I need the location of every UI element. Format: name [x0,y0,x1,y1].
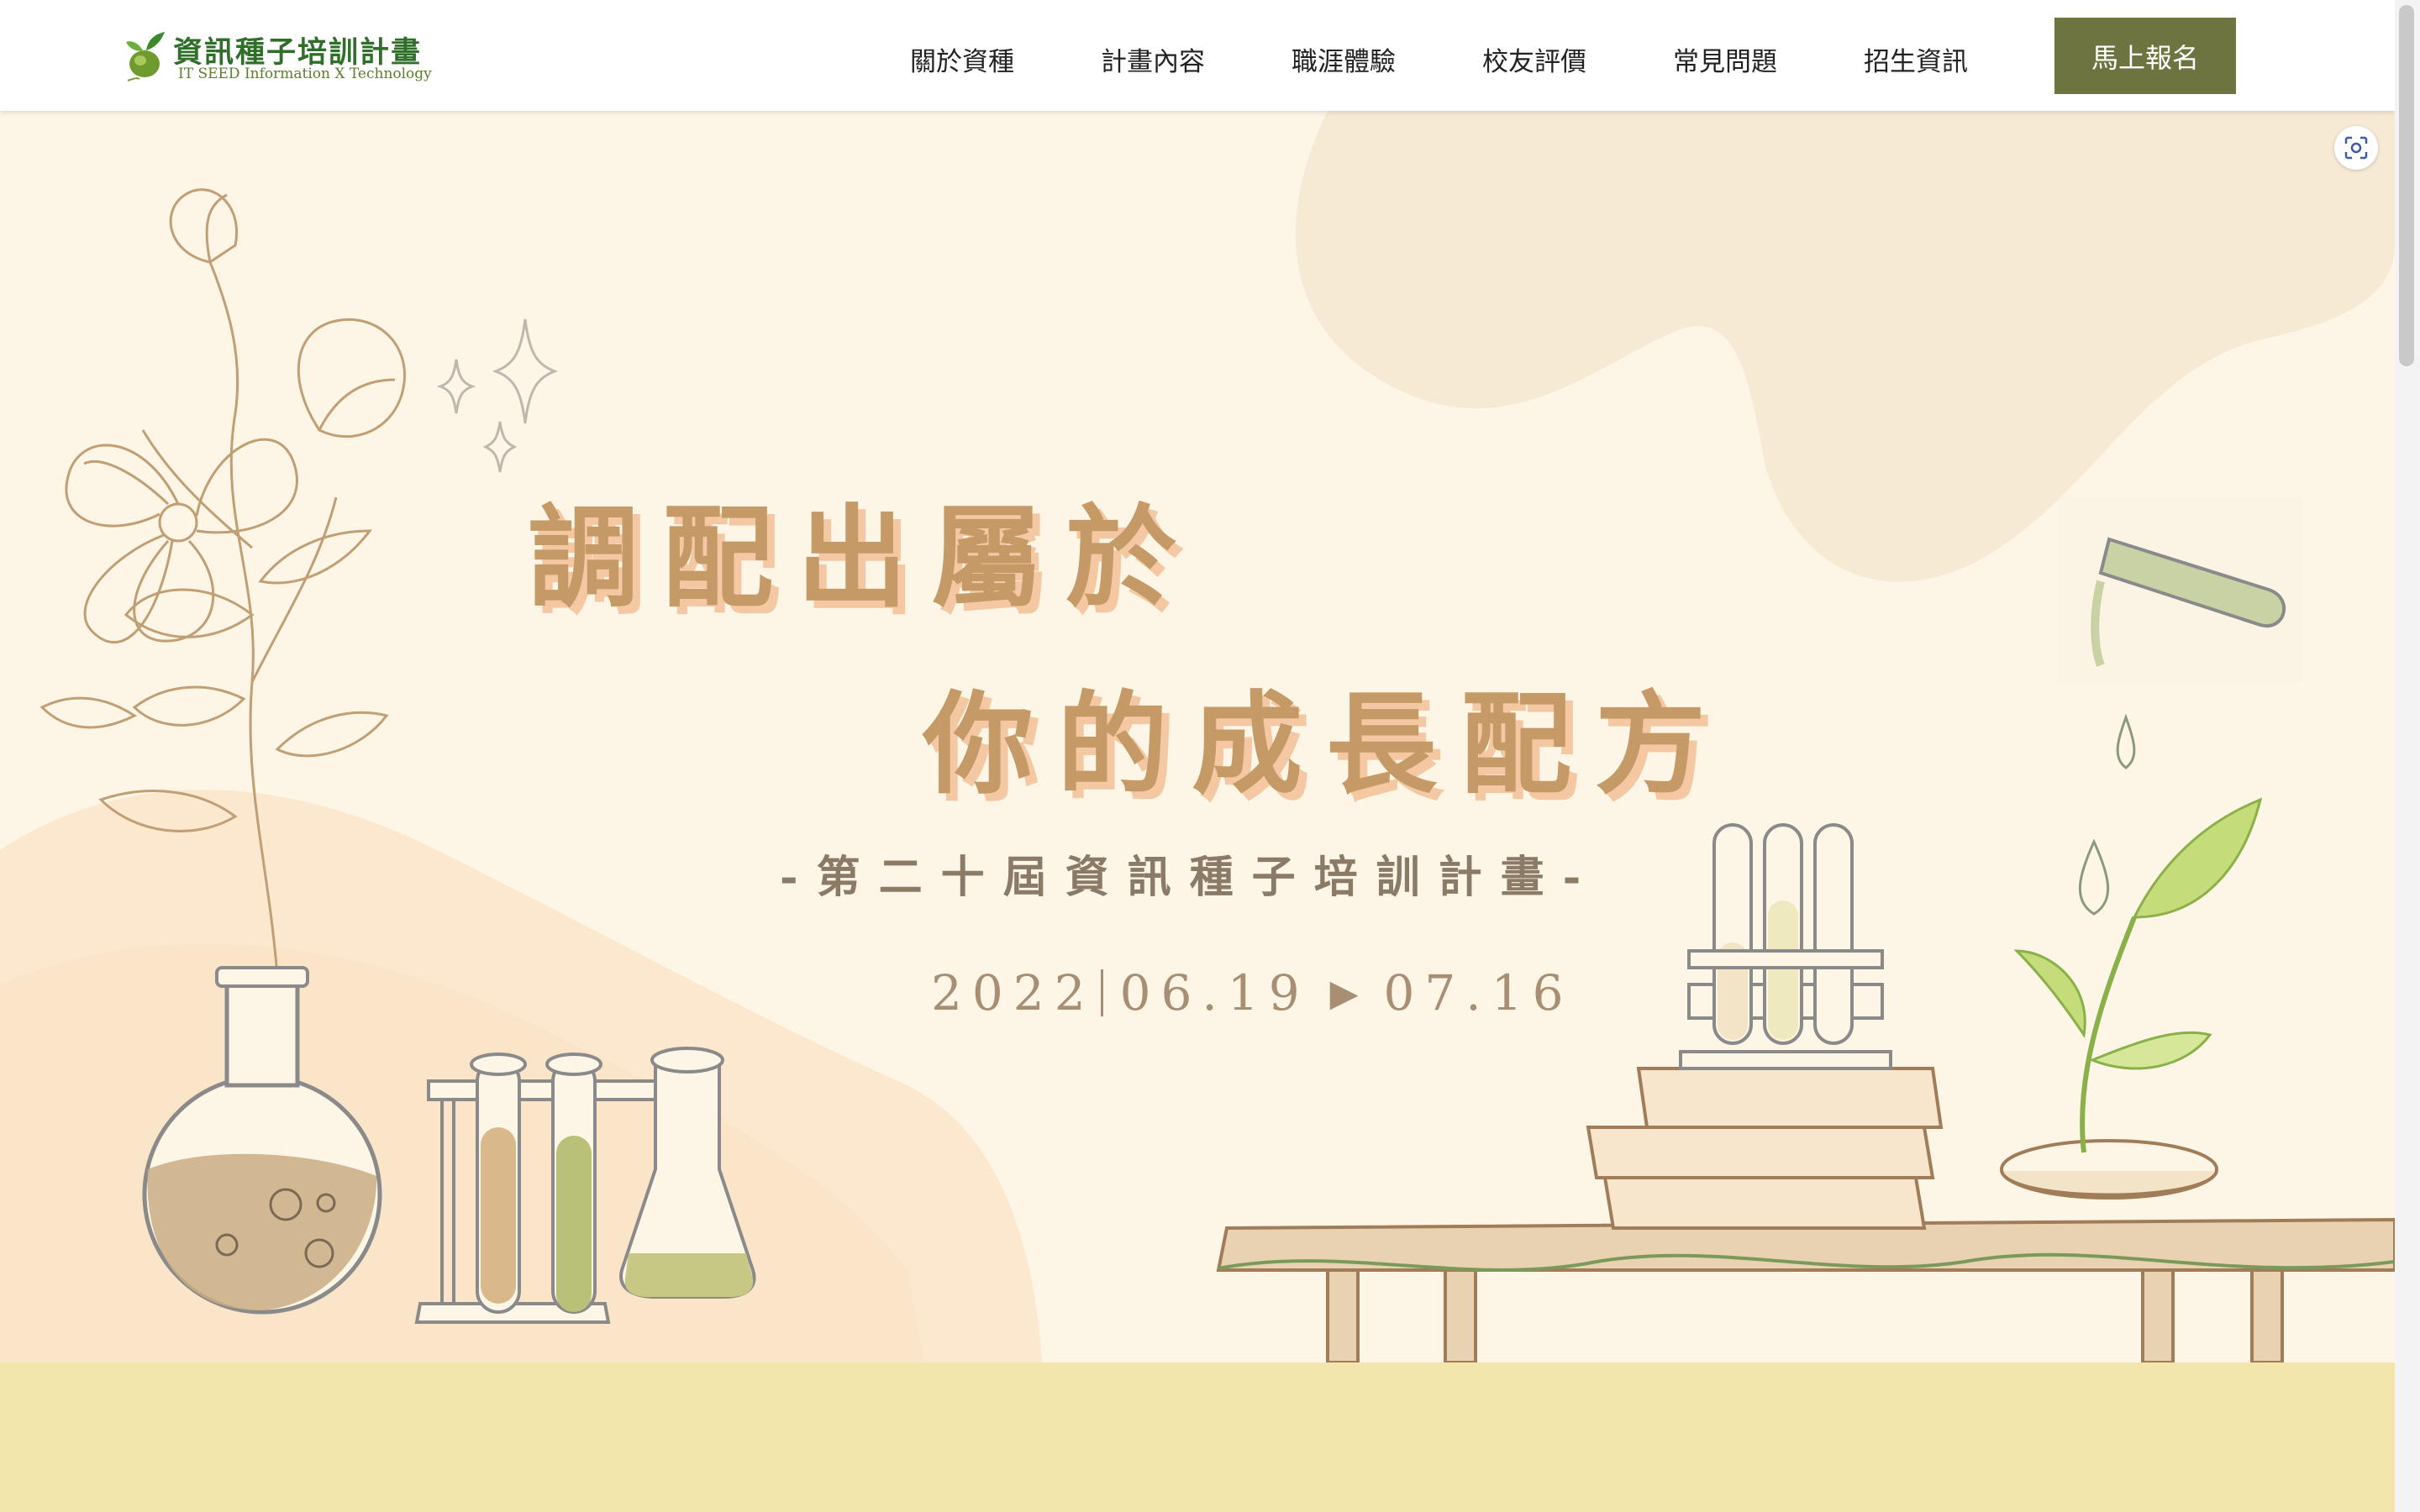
date-separator [1100,969,1103,1016]
nav-faq[interactable]: 常見問題 [1673,40,1777,78]
nav-admission[interactable]: 招生資訊 [1864,40,1968,78]
scrollbar-thumb[interactable] [2399,5,2414,366]
nav-alumni[interactable]: 校友評價 [1482,40,1586,78]
hero-headline-line-1: 調配出屬於 [528,493,1200,623]
wooden-table-illustration [1216,1217,2395,1362]
nav-about[interactable]: 關於資種 [910,40,1014,78]
book-stack-illustration [1586,1067,1944,1230]
seed-sprout-icon [126,32,165,81]
logo-subtitle: IT SEED Information X Technology [178,66,432,82]
tube-rack-on-books-illustration [1679,823,1892,1070]
play-arrow-icon: ▶ [1329,971,1359,1015]
sprout-plant-illustration [2000,797,2263,1200]
date-start: 06.19 [1119,964,1310,1021]
nav-program[interactable]: 計畫內容 [1101,40,1205,78]
site-logo[interactable]: 資訊種子培訓計畫 IT SEED Information X Technolog… [119,25,432,86]
sparkle-icon [436,318,559,473]
date-year: 2022 [931,964,1096,1021]
next-section-band [0,1362,2395,1512]
hero-date-range: 2022 06.19 ▶ 07.16 [931,964,1574,1021]
hero-subtitle: -第二十屆資訊種子培訓計畫- [780,852,1600,903]
date-end: 07.16 [1383,964,1574,1021]
nav-career[interactable]: 職涯體驗 [1292,40,1396,78]
hero-headline-line-2: 你的成長配方 [923,680,1729,810]
top-navigation-bar: 資訊種子培訓計畫 IT SEED Information X Technolog… [0,0,2395,111]
hero-banner: 調配出屬於 你的成長配方 -第二十屆資訊種子培訓計畫- 2022 06.19 ▶… [0,111,2395,1362]
screen-capture-icon[interactable] [2334,126,2378,170]
register-button[interactable]: 馬上報名 [2054,18,2236,94]
